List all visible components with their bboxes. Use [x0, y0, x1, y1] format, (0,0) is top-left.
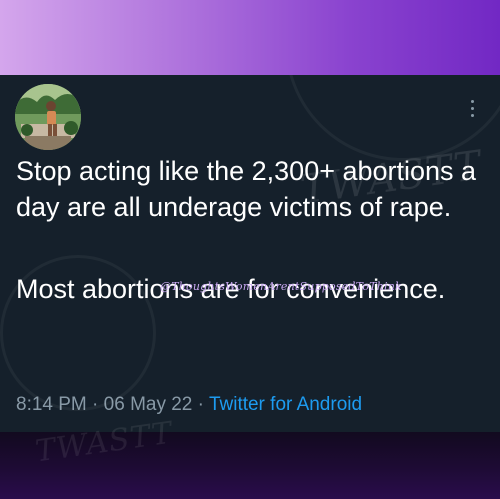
watermark-ring-small: [0, 255, 156, 411]
tweet-paragraph-1: Stop acting like the 2,300+ abortions a …: [16, 156, 477, 222]
more-vertical-icon[interactable]: [462, 93, 482, 123]
avatar-image: [15, 84, 81, 150]
avatar[interactable]: [15, 84, 81, 150]
account-handle-overlay: @ThoughtsWomenArentSupposedToThink: [160, 280, 402, 293]
tweet-source-link[interactable]: Twitter for Android: [209, 394, 362, 415]
top-gradient-band: [0, 0, 500, 75]
meta-separator: ·: [197, 394, 204, 415]
